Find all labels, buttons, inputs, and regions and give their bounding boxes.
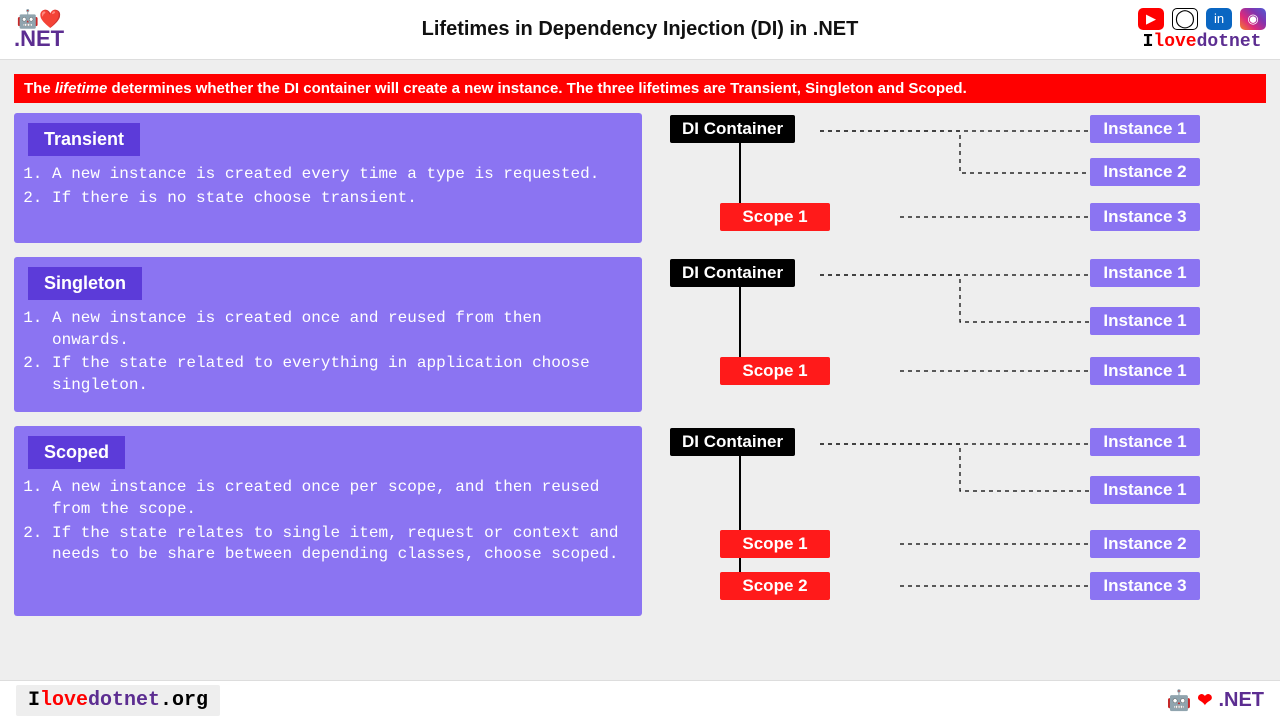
diagram-scoped: DI Container Scope 1 Scope 2 Instance 1 … [660,426,1266,616]
scope-node: Scope 1 [720,357,830,385]
card-title-transient: Transient [28,123,140,156]
instagram-icon[interactable]: ◉ [1240,8,1266,30]
scope-node: Scope 2 [720,572,830,600]
instance-node: Instance 3 [1090,572,1200,600]
logo-left: 🤖❤️ .NET [14,10,64,50]
card-title-singleton: Singleton [28,267,142,300]
instance-node: Instance 1 [1090,259,1200,287]
instance-node: Instance 1 [1090,307,1200,335]
github-icon[interactable]: ◯ [1172,8,1198,30]
di-container-node: DI Container [670,259,795,287]
diagram-transient: DI Container Scope 1 Instance 1 Instance… [660,113,1266,243]
header: 🤖❤️ .NET Lifetimes in Dependency Injecti… [0,0,1280,60]
instance-node: Instance 2 [1090,158,1200,186]
card-singleton: Singleton A new instance is created once… [14,257,642,412]
points-singleton: A new instance is created once and reuse… [28,308,628,396]
di-container-node: DI Container [670,428,795,456]
row-transient: Transient A new instance is created ever… [14,113,1266,243]
footer: Ilovedotnet.org 🤖 ❤ .NET [0,680,1280,720]
footer-right: 🤖 ❤ .NET [1166,688,1264,713]
robot-icon: 🤖 [1166,688,1191,713]
heart-icon: ❤ [1197,690,1212,711]
scope-node: Scope 1 [720,530,830,558]
footer-brand: Ilovedotnet.org [16,685,220,716]
dotnet-logo: 🤖❤️ .NET [14,10,64,50]
instance-node: Instance 1 [1090,115,1200,143]
card-scoped: Scoped A new instance is created once pe… [14,426,642,616]
linkedin-icon[interactable]: in [1206,8,1232,30]
di-container-node: DI Container [670,115,795,143]
instance-node: Instance 1 [1090,428,1200,456]
instance-node: Instance 1 [1090,357,1200,385]
brand-text-top: Ilovedotnet [1143,32,1262,52]
card-title-scoped: Scoped [28,436,125,469]
diagram-singleton: DI Container Scope 1 Instance 1 Instance… [660,257,1266,397]
header-right: ▶ ◯ in ◉ Ilovedotnet [1138,8,1266,52]
points-transient: A new instance is created every time a t… [28,164,628,209]
instance-node: Instance 3 [1090,203,1200,231]
row-scoped: Scoped A new instance is created once pe… [14,426,1266,616]
dotnet-text: .NET [14,28,64,50]
social-icons: ▶ ◯ in ◉ [1138,8,1266,30]
instance-node: Instance 1 [1090,476,1200,504]
content: Transient A new instance is created ever… [0,113,1280,624]
scope-node: Scope 1 [720,203,830,231]
intro-banner: The lifetime determines whether the DI c… [14,74,1266,103]
youtube-icon[interactable]: ▶ [1138,8,1164,30]
instance-node: Instance 2 [1090,530,1200,558]
card-transient: Transient A new instance is created ever… [14,113,642,243]
robot-icon: 🤖❤️ [17,10,62,28]
dotnet-label: .NET [1218,689,1264,712]
row-singleton: Singleton A new instance is created once… [14,257,1266,412]
page-title: Lifetimes in Dependency Injection (DI) i… [422,18,859,41]
points-scoped: A new instance is created once per scope… [28,477,628,565]
